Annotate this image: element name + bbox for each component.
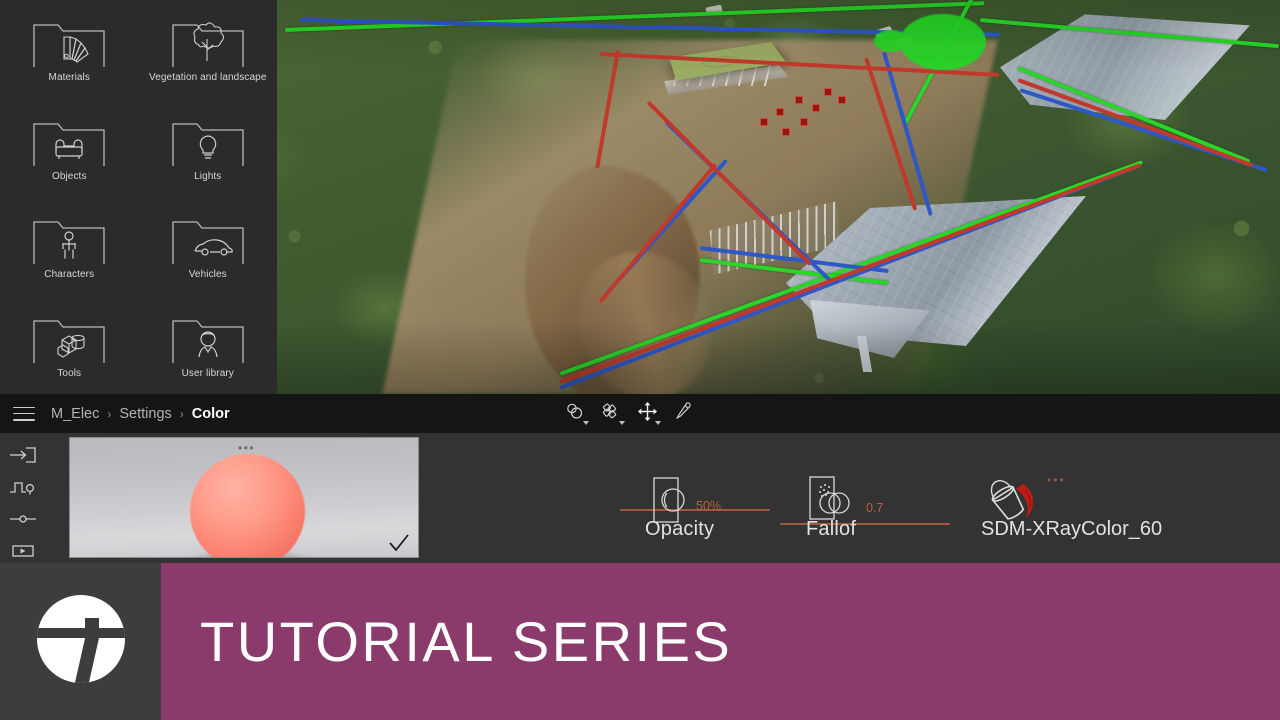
chevron-down-icon[interactable]	[583, 420, 589, 425]
bump-profile-icon[interactable]	[8, 478, 38, 496]
slider-node-icon[interactable]	[8, 510, 38, 528]
asset-library-panel: Materials Vegetation and landscape Objec…	[0, 0, 277, 394]
library-folder-tools[interactable]: Tools	[0, 296, 139, 395]
hamburger-menu-icon[interactable]	[13, 406, 35, 421]
pattern-tile-icon	[601, 402, 621, 425]
library-folder-objects[interactable]: Objects	[0, 99, 139, 198]
library-folder-materials[interactable]: Materials	[0, 0, 139, 99]
lightbulb-icon	[169, 114, 247, 170]
breadcrumb-separator-icon: ›	[107, 406, 112, 421]
preview-options-dots[interactable]: •••	[238, 442, 255, 454]
falloff-value: 0.7	[866, 501, 884, 515]
library-folder-grid: Materials Vegetation and landscape Objec…	[0, 0, 277, 394]
preview-sphere	[190, 454, 305, 557]
library-folder-vehicles[interactable]: Vehicles	[139, 197, 278, 296]
breadcrumb-item-material[interactable]: M_Elec	[51, 406, 99, 422]
library-folder-label: Objects	[51, 170, 87, 182]
application-window: Materials Vegetation and landscape Objec…	[0, 0, 1280, 720]
library-folder-characters[interactable]: Characters	[0, 197, 139, 296]
breadcrumb-item-settings[interactable]: Settings	[119, 406, 171, 422]
material-preview[interactable]: •••	[69, 437, 419, 558]
t-circle-logo	[29, 587, 133, 696]
material-options-dots[interactable]: •••	[1047, 473, 1066, 487]
breadcrumb: M_Elec › Settings › Color	[51, 406, 230, 422]
chevron-down-icon[interactable]	[655, 420, 661, 425]
viewport-toolbar	[563, 394, 695, 433]
car-icon	[169, 212, 247, 268]
sofa-icon	[30, 114, 108, 170]
import-icon[interactable]	[8, 446, 38, 464]
tree-icon	[169, 15, 247, 71]
breadcrumb-item-color[interactable]: Color	[192, 406, 230, 422]
library-folder-user-library[interactable]: User library	[139, 296, 278, 395]
library-folder-label: Materials	[48, 72, 90, 84]
material-assign-control[interactable]: ••• SDM-XRayColor_60	[975, 433, 1205, 563]
eyedropper-tool-button[interactable]	[671, 402, 695, 426]
select-objects-tool-button[interactable]	[563, 402, 589, 426]
library-folder-label: Tools	[57, 367, 82, 379]
editor-tool-rail	[0, 433, 46, 563]
brand-logo-box	[0, 563, 161, 720]
paint-pattern-tool-button[interactable]	[599, 402, 625, 426]
chevron-down-icon[interactable]	[619, 420, 625, 425]
library-folder-label: Characters	[44, 269, 95, 281]
falloff-label: Fallof	[806, 518, 857, 540]
library-folder-vegetation[interactable]: Vegetation and landscape	[139, 0, 278, 99]
move-tool-button[interactable]	[635, 401, 661, 426]
library-folder-lights[interactable]: Lights	[139, 99, 278, 198]
library-folder-label: Lights	[194, 170, 222, 182]
opacity-control[interactable]: 50% Opacity	[620, 433, 770, 563]
animate-play-icon[interactable]	[8, 542, 38, 560]
materials-swatch-icon	[30, 15, 108, 71]
user-icon	[169, 311, 247, 367]
person-icon	[30, 212, 108, 268]
falloff-control[interactable]: 0.7 Fallof	[780, 433, 950, 563]
tools-blocks-icon	[30, 311, 108, 367]
checkmark-icon[interactable]	[388, 533, 410, 553]
library-folder-label: Vehicles	[188, 269, 227, 281]
library-folder-label: Vegetation and landscape	[149, 72, 267, 84]
material-name-label: SDM-XRayColor_60	[981, 518, 1163, 540]
opacity-slider-track[interactable]	[620, 509, 770, 511]
eyedropper-icon	[674, 401, 692, 426]
opacity-value: 50%	[696, 499, 722, 513]
opacity-label: Opacity	[645, 518, 715, 540]
library-folder-label: User library	[181, 367, 234, 379]
breadcrumb-separator-icon: ›	[179, 406, 184, 421]
banner-title: TUTORIAL SERIES	[200, 610, 733, 673]
breadcrumb-bar: M_Elec › Settings › Color	[0, 394, 1280, 433]
two-circles-icon	[565, 402, 585, 425]
